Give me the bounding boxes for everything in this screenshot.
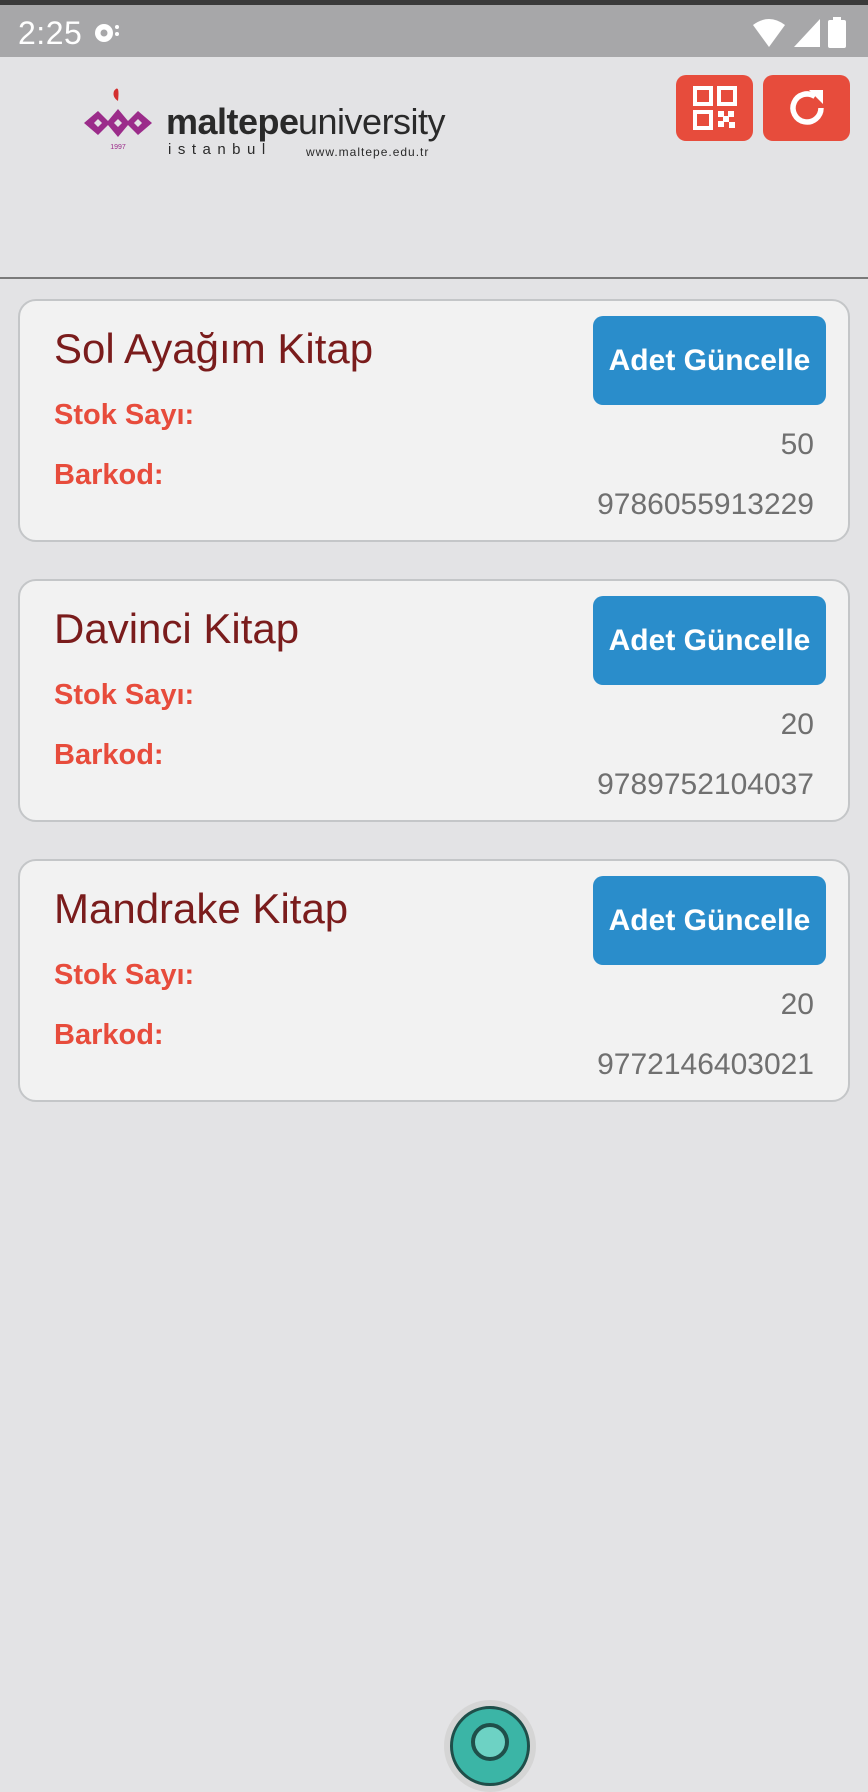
refresh-button[interactable] bbox=[763, 75, 850, 141]
update-quantity-button[interactable]: Adet Güncelle bbox=[593, 876, 826, 965]
camera-lens-icon bbox=[471, 1723, 509, 1761]
book-title: Sol Ayağım Kitap bbox=[54, 325, 374, 372]
notification-icon bbox=[95, 24, 119, 42]
floating-action-button[interactable] bbox=[444, 1700, 536, 1792]
signal-icon bbox=[793, 19, 820, 47]
status-time: 2:25 bbox=[18, 15, 83, 51]
book-title: Davinci Kitap bbox=[54, 605, 300, 652]
barcode-value: 9772146403021 bbox=[597, 1048, 814, 1081]
qr-code-icon bbox=[692, 86, 737, 130]
refresh-icon bbox=[789, 90, 824, 125]
stock-value: 50 bbox=[780, 428, 814, 461]
barcode-label: Barkod: bbox=[54, 459, 164, 491]
logo-name-bold: maltepe bbox=[166, 101, 299, 142]
stock-value: 20 bbox=[780, 708, 814, 741]
barcode-value: 9789752104037 bbox=[597, 768, 814, 801]
logo-url: www.maltepe.edu.tr bbox=[306, 145, 430, 159]
wifi-icon bbox=[753, 19, 786, 47]
stock-label: Stok Sayı: bbox=[54, 399, 195, 431]
update-quantity-button[interactable]: Adet Güncelle bbox=[593, 596, 826, 685]
barcode-label: Barkod: bbox=[54, 1019, 164, 1051]
barcode-label: Barkod: bbox=[54, 739, 164, 771]
logo-city: istanbul bbox=[168, 141, 272, 158]
book-card: Sol Ayağım Kitap Stok Sayı: Barkod: 50 9… bbox=[18, 299, 850, 542]
book-list: Sol Ayağım Kitap Stok Sayı: Barkod: 50 9… bbox=[18, 299, 850, 1139]
logo-name-light: university bbox=[298, 101, 446, 142]
university-logo: 1997 maltepe university istanbul www.mal… bbox=[80, 83, 446, 163]
book-card: Davinci Kitap Stok Sayı: Barkod: 20 9789… bbox=[18, 579, 850, 822]
book-card: Mandrake Kitap Stok Sayı: Barkod: 20 977… bbox=[18, 859, 850, 1102]
app-header: 1997 maltepe university istanbul www.mal… bbox=[0, 57, 868, 279]
fab-circle bbox=[450, 1706, 530, 1786]
stock-value: 20 bbox=[780, 988, 814, 1021]
barcode-value: 9786055913229 bbox=[597, 488, 814, 521]
status-bar: 2:25 bbox=[0, 0, 868, 57]
battery-icon bbox=[828, 17, 846, 48]
book-title: Mandrake Kitap bbox=[54, 885, 349, 932]
stock-label: Stok Sayı: bbox=[54, 679, 195, 711]
logo-emblem-icon: 1997 bbox=[84, 88, 152, 151]
update-quantity-button[interactable]: Adet Güncelle bbox=[593, 316, 826, 405]
stock-label: Stok Sayı: bbox=[54, 959, 195, 991]
logo-year: 1997 bbox=[110, 144, 126, 151]
qr-scan-button[interactable] bbox=[676, 75, 753, 141]
